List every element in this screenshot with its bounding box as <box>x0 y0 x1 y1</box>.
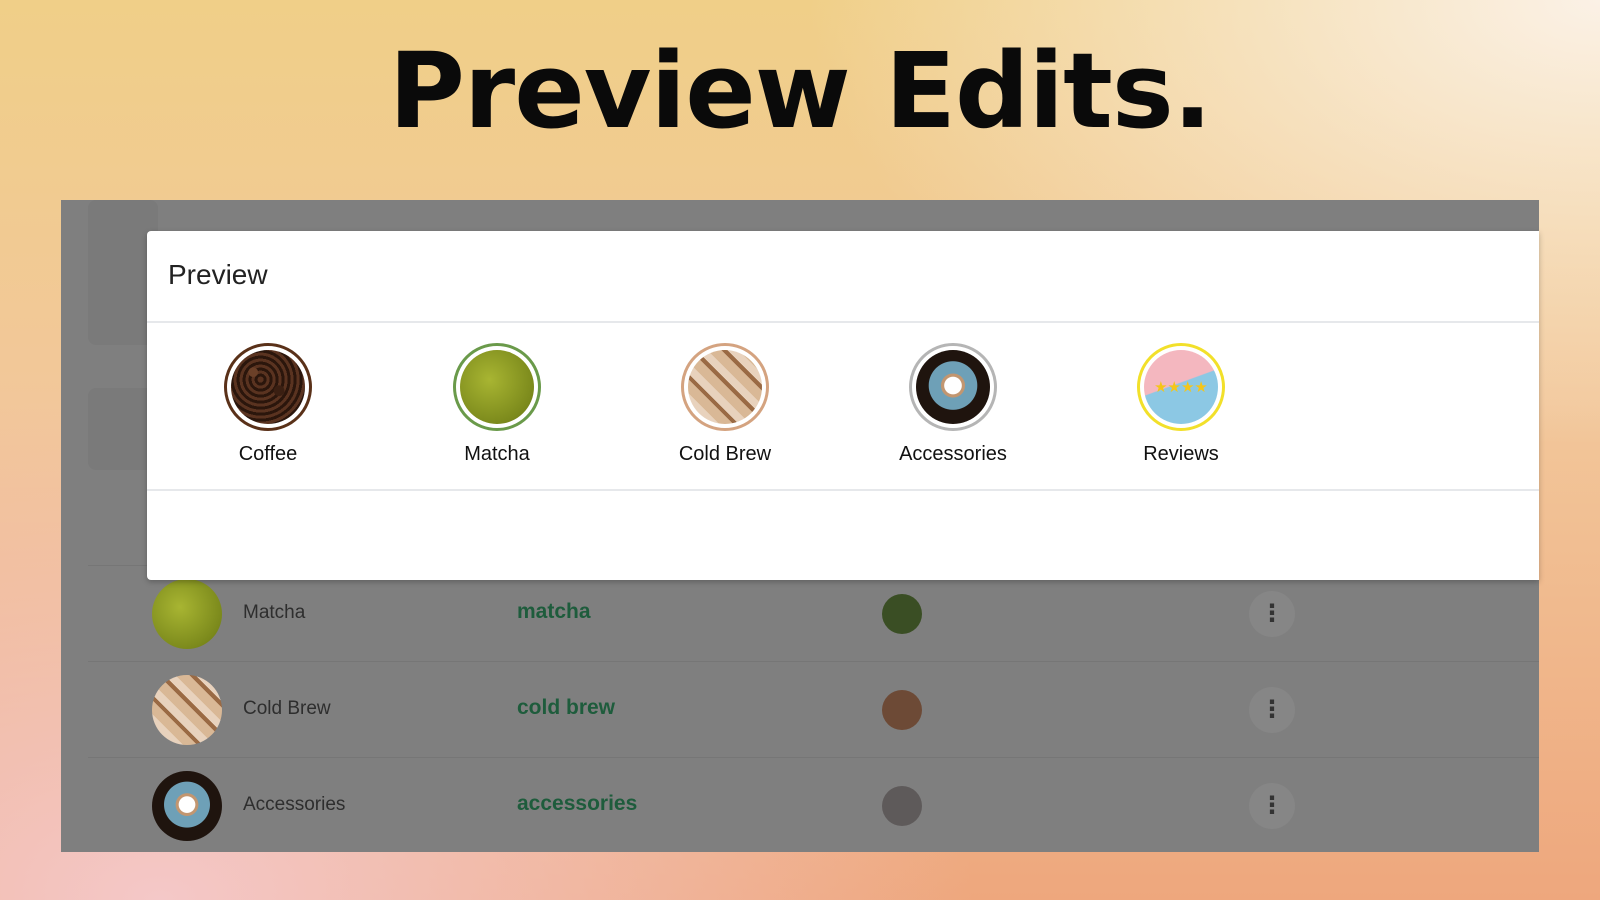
coffee-image <box>231 350 305 424</box>
row-slug[interactable]: accessories <box>517 792 637 816</box>
hero-title: Preview Edits. <box>388 30 1213 152</box>
category-reviews[interactable]: ★★★★ Reviews <box>1101 343 1261 466</box>
category-matcha[interactable]: Matcha <box>417 343 577 466</box>
category-label: Matcha <box>464 443 530 465</box>
category-thumbnail <box>152 675 222 745</box>
color-swatch[interactable] <box>882 690 922 730</box>
row-slug[interactable]: matcha <box>517 600 591 624</box>
cold-brew-image <box>688 350 762 424</box>
row-slug[interactable]: cold brew <box>517 696 615 720</box>
table-row[interactable]: Accessories accessories ⋮ <box>88 757 1539 852</box>
category-label: Reviews <box>1143 443 1219 465</box>
category-accessories[interactable]: Accessories <box>873 343 1033 466</box>
row-name: Cold Brew <box>243 698 331 719</box>
preview-modal: Preview Coffee Matcha Cold Brew Accessor… <box>147 231 1539 580</box>
category-coffee[interactable]: Coffee <box>188 343 348 466</box>
more-vertical-icon[interactable]: ⋮ <box>1249 591 1295 637</box>
modal-title: Preview <box>168 259 268 290</box>
row-name: Matcha <box>243 602 306 623</box>
category-cold-brew[interactable]: Cold Brew <box>645 343 805 466</box>
category-label: Cold Brew <box>678 443 772 465</box>
category-thumbnail <box>152 579 222 649</box>
category-thumbnail <box>152 771 222 841</box>
matcha-image <box>460 350 534 424</box>
color-swatch[interactable] <box>882 594 922 634</box>
category-label: Accessories <box>899 443 1007 465</box>
divider <box>147 321 1539 323</box>
color-swatch[interactable] <box>882 786 922 826</box>
accessories-image <box>916 350 990 424</box>
divider <box>147 489 1539 491</box>
row-name: Accessories <box>243 794 346 815</box>
reviews-stars-image: ★★★★ <box>1144 350 1218 424</box>
category-label: Coffee <box>238 443 298 465</box>
table-row[interactable]: Cold Brew cold brew ⋮ <box>88 661 1539 757</box>
more-vertical-icon[interactable]: ⋮ <box>1249 687 1295 733</box>
more-vertical-icon[interactable]: ⋮ <box>1249 783 1295 829</box>
